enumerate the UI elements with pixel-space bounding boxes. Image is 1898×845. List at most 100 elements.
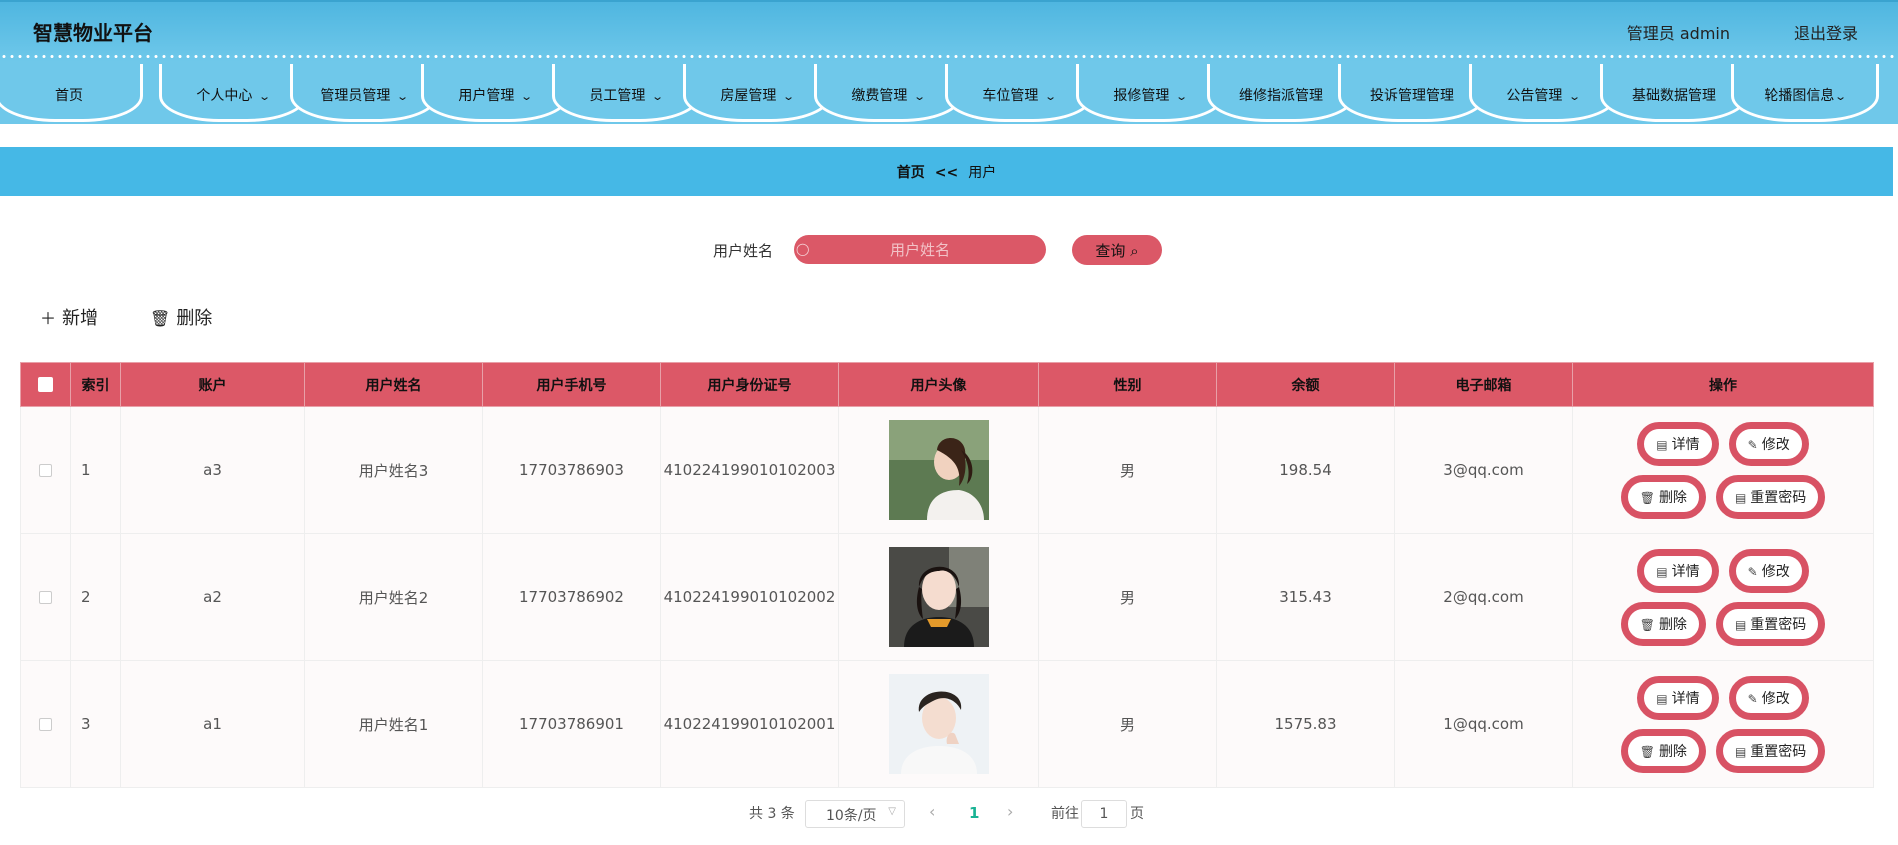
breadcrumb: 首页 << 用户 — [0, 147, 1893, 196]
column-header: 用户手机号 — [482, 362, 661, 407]
cell-gender: 男 — [1038, 406, 1217, 534]
row-checkbox[interactable] — [39, 464, 52, 477]
chevron-down-icon: ⌄ — [1568, 90, 1582, 103]
avatar — [888, 674, 989, 774]
nav-item-parking-management[interactable]: 车位管理 ⌄ — [945, 64, 1093, 122]
edit-button[interactable]: ✎ 修改 — [1728, 548, 1809, 593]
batch-delete-button[interactable]: 🗑 删除 — [150, 304, 212, 330]
table-row: 2 a2 用户姓名2 17703786902 41022419901010200… — [20, 533, 1874, 661]
edit-button[interactable]: ✎ 修改 — [1728, 675, 1809, 720]
breadcrumb-separator: << — [934, 165, 959, 181]
nav-item-house-management[interactable]: 房屋管理 ⌄ — [683, 64, 831, 122]
column-header: 用户姓名 — [304, 362, 483, 407]
cell-phone: 17703786902 — [482, 533, 661, 661]
detail-button[interactable]: ▤ 详情 — [1637, 421, 1719, 466]
goto-label: 前往 — [1051, 806, 1079, 822]
nav-item-complaint-management[interactable]: 投诉管理管理 — [1338, 64, 1486, 122]
column-header: 电子邮箱 — [1394, 362, 1573, 407]
cell-account: a1 — [120, 660, 305, 788]
nav-item-basic-data-management[interactable]: 基础数据管理 — [1600, 64, 1748, 122]
row-actions: ▤ 详情 ✎ 修改 🗑 删除 ▤ 重置密码 — [1573, 548, 1873, 646]
column-header: 性别 — [1038, 362, 1217, 407]
goto-page-input[interactable] — [1081, 800, 1127, 828]
table-row: 1 a3 用户姓名3 17703786903 41022419901010200… — [20, 406, 1874, 534]
document-icon: ▤ — [1656, 564, 1668, 579]
select-all-checkbox[interactable] — [38, 377, 53, 392]
detail-button[interactable]: ▤ 详情 — [1637, 548, 1719, 593]
edit-button[interactable]: ✎ 修改 — [1728, 421, 1809, 466]
cell-phone: 17703786903 — [482, 406, 661, 534]
add-button[interactable]: ＋新增 — [40, 304, 98, 330]
trash-icon: 🗑 — [1639, 490, 1655, 505]
nav-item-notice-management[interactable]: 公告管理 ⌄ — [1469, 64, 1617, 122]
logout-link[interactable]: 退出登录 — [1794, 20, 1858, 44]
delete-button[interactable]: 🗑 删除 — [1620, 601, 1706, 646]
breadcrumb-home[interactable]: 首页 — [897, 165, 925, 181]
detail-button[interactable]: ▤ 详情 — [1637, 675, 1719, 720]
column-header: 用户身份证号 — [660, 362, 839, 407]
chevron-down-icon: ▽ — [888, 806, 896, 817]
cell-gender: 男 — [1038, 660, 1217, 788]
row-checkbox[interactable] — [39, 718, 52, 731]
breadcrumb-current: 用户 — [968, 165, 997, 181]
trash-icon: 🗑 — [150, 309, 171, 328]
pencil-icon: ✎ — [1747, 437, 1758, 452]
plus-icon: ＋ — [40, 309, 57, 328]
chevron-down-icon: ⌄ — [520, 90, 534, 103]
chevron-down-icon: ⌄ — [1834, 90, 1848, 103]
cell-email: 1@qq.com — [1394, 660, 1573, 788]
page-suffix: 页 — [1130, 806, 1144, 822]
cell-idcard: 410224199010102002 — [660, 533, 839, 661]
nav-item-home[interactable]: 首页 — [0, 64, 143, 122]
document-icon: ▤ — [1734, 490, 1747, 505]
row-actions: ▤ 详情 ✎ 修改 🗑 删除 ▤ 重置密码 — [1573, 675, 1873, 773]
chevron-down-icon: ⌄ — [258, 90, 272, 103]
chevron-down-icon: ⌄ — [913, 90, 927, 103]
admin-user-label: 管理员 admin — [1626, 24, 1730, 43]
nav-item-payment-management[interactable]: 缴费管理 ⌄ — [814, 64, 962, 122]
page-size-select[interactable]: 10条/页 ▽ — [805, 800, 905, 828]
cell-balance: 198.54 — [1216, 406, 1395, 534]
main-nav: 首页 个人中心 ⌄ 管理员管理 ⌄ 用户管理 ⌄ 员工管理 ⌄ 房屋管理 ⌄ 缴费管理 ⌄ … — [0, 62, 1898, 126]
cell-email: 2@qq.com — [1394, 533, 1573, 661]
trash-icon: 🗑 — [1639, 744, 1655, 759]
nav-item-staff-management[interactable]: 员工管理 ⌄ — [552, 64, 700, 122]
nav-item-repair-management[interactable]: 报修管理 ⌄ — [1076, 64, 1224, 122]
document-icon: ▤ — [1656, 437, 1668, 452]
table-row: 3 a1 用户姓名1 17703786901 41022419901010200… — [20, 660, 1874, 788]
next-page-icon[interactable]: › — [1007, 802, 1013, 821]
reset-password-button[interactable]: ▤ 重置密码 — [1715, 601, 1826, 646]
query-button[interactable]: 查询 ⌕ — [1072, 235, 1162, 265]
cell-index: 3 — [70, 660, 121, 788]
prev-page-icon[interactable]: ‹ — [929, 802, 935, 821]
pagination-total: 共 3 条 — [749, 806, 795, 822]
page-number-current[interactable]: 1 — [969, 804, 979, 822]
cell-idcard: 410224199010102001 — [660, 660, 839, 788]
reset-password-button[interactable]: ▤ 重置密码 — [1715, 474, 1826, 519]
pencil-icon: ✎ — [1747, 691, 1758, 706]
avatar — [888, 547, 989, 647]
cell-balance: 315.43 — [1216, 533, 1395, 661]
chevron-down-icon: ⌄ — [651, 90, 665, 103]
delete-button[interactable]: 🗑 删除 — [1620, 728, 1706, 773]
nav-item-repair-assign-management[interactable]: 维修指派管理 — [1207, 64, 1355, 122]
pencil-icon: ✎ — [1747, 564, 1758, 579]
cell-idcard: 410224199010102003 — [660, 406, 839, 534]
trash-icon: 🗑 — [1639, 617, 1655, 632]
delete-button[interactable]: 🗑 删除 — [1620, 474, 1706, 519]
search-label: 用户姓名 — [713, 242, 774, 260]
nav-item-user-management[interactable]: 用户管理 ⌄ — [421, 64, 569, 122]
row-checkbox[interactable] — [39, 591, 52, 604]
nav-item-admin-management[interactable]: 管理员管理 ⌄ — [290, 64, 438, 122]
reset-password-button[interactable]: ▤ 重置密码 — [1715, 728, 1826, 773]
cell-account: a2 — [120, 533, 305, 661]
nav-item-carousel-info[interactable]: 轮播图信息⌄ — [1731, 64, 1879, 122]
row-actions: ▤ 详情 ✎ 修改 🗑 删除 ▤ 重置密码 — [1573, 421, 1873, 519]
search-input[interactable] — [794, 235, 1046, 264]
header-dotted-border — [0, 55, 1898, 58]
cell-name: 用户姓名1 — [304, 660, 483, 788]
search-icon: ⌕ — [1130, 241, 1139, 260]
document-icon: ▤ — [1734, 617, 1747, 632]
nav-item-personal-center[interactable]: 个人中心 ⌄ — [159, 64, 307, 122]
cell-account: a3 — [120, 406, 305, 534]
